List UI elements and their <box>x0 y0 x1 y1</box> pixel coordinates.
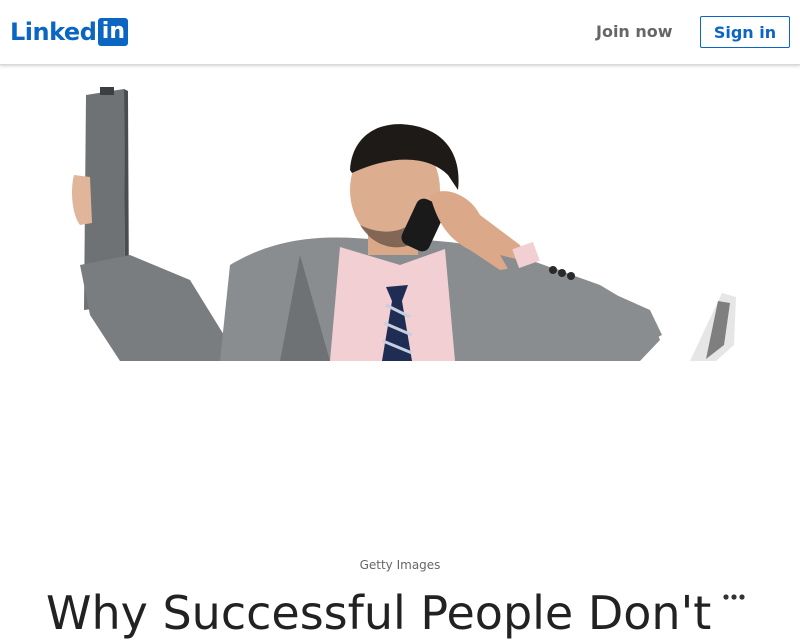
logo-in-box: in <box>98 18 129 46</box>
sign-in-button[interactable]: Sign in <box>700 16 790 48</box>
image-credit: Getty Images <box>359 558 441 572</box>
join-now-link[interactable]: Join now <box>596 20 673 44</box>
linkedin-logo[interactable]: Linked in <box>10 17 129 47</box>
more-horizontal-icon[interactable] <box>722 587 748 600</box>
hero-image <box>0 65 800 361</box>
businessman-photo-illustration <box>72 87 736 361</box>
top-nav-bar: Linked in Join now Sign in <box>0 0 800 65</box>
logo-wordmark: Linked <box>10 18 97 46</box>
article-title: Why Successful People Don't <box>46 586 712 640</box>
